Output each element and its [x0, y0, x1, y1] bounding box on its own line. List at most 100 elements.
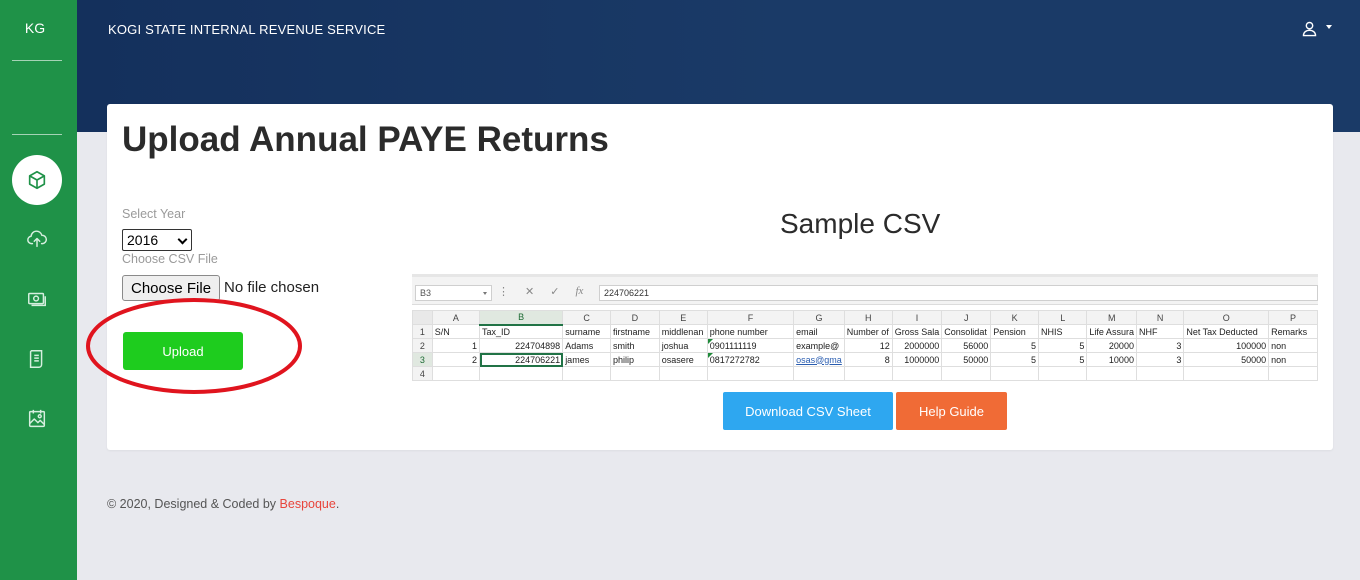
cloud-upload-icon: [27, 230, 48, 248]
column-header: P: [1268, 310, 1318, 325]
table-cell: 5: [1037, 338, 1088, 353]
table-cell: non: [1268, 338, 1318, 353]
upload-button[interactable]: Upload: [123, 332, 243, 370]
table-cell: [793, 366, 845, 381]
table-cell: [941, 366, 992, 381]
table-cell: Tax_ID: [479, 324, 564, 339]
cube-icon: [28, 170, 46, 190]
column-header: D: [609, 310, 660, 325]
table-cell: [1086, 366, 1137, 381]
sample-csv-title: Sample CSV: [780, 208, 941, 239]
year-select[interactable]: 2016: [122, 229, 192, 251]
column-header: E: [658, 310, 708, 325]
table-cell: Gross Sala: [891, 324, 943, 339]
row-header: 1: [412, 324, 433, 339]
table-cell: Consolidat: [941, 324, 992, 339]
table-cell: 2000000: [891, 338, 943, 353]
select-year-label: Select Year: [122, 207, 186, 221]
table-cell: middlenan: [658, 324, 708, 339]
corner-cell: [412, 310, 433, 325]
sidebar-item-receipts[interactable]: [12, 334, 62, 384]
column-header: I: [891, 310, 943, 325]
table-cell: [658, 366, 708, 381]
user-menu[interactable]: [1301, 20, 1332, 37]
table-cell: [1183, 366, 1270, 381]
receipt-icon: [29, 350, 43, 368]
table-cell: Number of: [843, 324, 893, 339]
sidebar-item-payments[interactable]: [12, 274, 62, 324]
table-cell: Life Assura: [1086, 324, 1137, 339]
table-cell: 56000: [941, 338, 992, 353]
table-cell: joshua: [658, 338, 708, 353]
table-row: 1 S/N Tax_ID surname firstname middlenan…: [412, 324, 1318, 339]
footer-brand-link[interactable]: Bespoque: [280, 497, 336, 511]
more-icon: ⋮: [498, 286, 509, 298]
table-cell: 5: [990, 338, 1039, 353]
table-cell: non: [1268, 352, 1318, 367]
table-cell: 50000: [1183, 352, 1270, 367]
formula-buttons: ⋮ ✕ ✓ fx: [498, 285, 583, 298]
table-cell: Remarks: [1268, 324, 1318, 339]
row-header: 4: [412, 366, 433, 381]
table-cell: S/N: [431, 324, 481, 339]
table-cell: 100000: [1183, 338, 1270, 353]
table-row: 3 2 224706221 james philip osasere 08172…: [412, 352, 1318, 367]
check-icon: ✓: [550, 286, 560, 298]
footer-suffix: .: [335, 497, 340, 511]
table-cell: [609, 366, 660, 381]
file-status-text: No file chosen: [224, 279, 320, 296]
column-header: K: [990, 310, 1039, 325]
table-cell: 1: [431, 338, 481, 353]
upload-card: Upload Annual PAYE Returns Select Year 2…: [86, 104, 1333, 450]
column-header: B: [479, 310, 564, 326]
column-header: C: [562, 310, 611, 325]
sidebar-item-dashboard[interactable]: [12, 155, 62, 205]
table-cell: NHIS: [1037, 324, 1088, 339]
column-header: O: [1183, 310, 1270, 325]
table-cell: [479, 366, 564, 381]
table-cell: [562, 366, 611, 381]
help-guide-button[interactable]: Help Guide: [896, 392, 1007, 430]
table-cell: example@: [793, 338, 845, 353]
table-cell: [1037, 366, 1088, 381]
table-cell: [1135, 366, 1185, 381]
user-icon: [1302, 21, 1317, 37]
year-select-value: 2016: [127, 232, 159, 248]
table-cell: james: [562, 352, 611, 367]
column-header: F: [706, 310, 795, 325]
sidebar-item-upload[interactable]: [12, 214, 62, 264]
fx-icon: fx: [575, 285, 584, 297]
name-box: B3: [415, 285, 492, 301]
table-cell: [990, 366, 1039, 381]
table-cell: NHF: [1135, 324, 1185, 339]
footer: © 2020, Designed & Coded by Bespoque.: [107, 497, 339, 511]
formula-bar: B3 ⋮ ✕ ✓ fx 224706221: [412, 277, 1318, 305]
image-icon: [28, 409, 46, 428]
sample-csv-image: B3 ⋮ ✕ ✓ fx 224706221 A B C D E F G H I …: [412, 274, 1318, 382]
column-header: G: [793, 310, 845, 325]
brand-logo[interactable]: KG: [0, 20, 70, 36]
table-cell: 12: [843, 338, 893, 353]
table-cell: 2: [431, 352, 481, 367]
chevron-down-icon: [1326, 24, 1332, 29]
table-cell: [431, 366, 481, 381]
table-cell: [1268, 366, 1318, 381]
download-csv-button[interactable]: Download CSV Sheet: [723, 392, 893, 430]
sidebar-item-gallery[interactable]: [12, 394, 62, 444]
column-header-row: A B C D E F G H I J K L M N O P: [412, 310, 1318, 326]
row-header: 2: [412, 338, 433, 353]
sidebar: KG: [0, 0, 77, 580]
table-cell: osas@gma: [793, 352, 845, 367]
csv-file-label: Choose CSV File: [122, 252, 218, 266]
table-cell: surname: [562, 324, 611, 339]
table-cell: osasere: [658, 352, 708, 367]
table-cell: firstname: [609, 324, 660, 339]
table-cell: 50000: [941, 352, 992, 367]
table-cell: 8: [843, 352, 893, 367]
row-header: 3: [412, 352, 433, 367]
table-cell: phone number: [706, 324, 795, 339]
choose-file-button[interactable]: Choose File: [122, 275, 221, 301]
formula-value: 224706221: [599, 285, 1318, 301]
chevron-down-icon: [177, 234, 188, 245]
table-cell: 3: [1135, 338, 1185, 353]
